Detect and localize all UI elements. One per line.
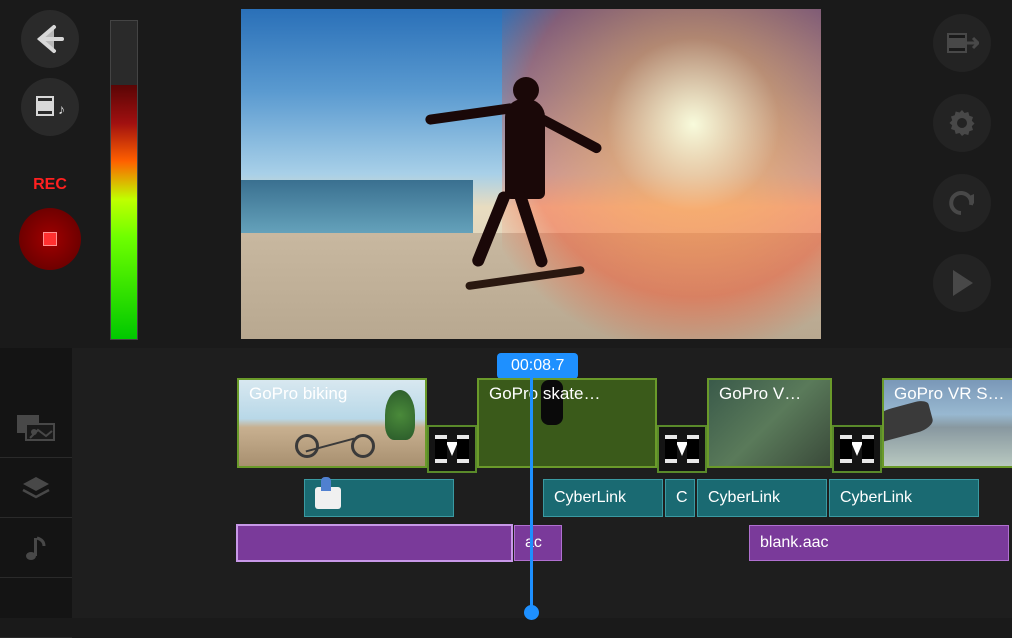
tab-audio[interactable]	[0, 518, 72, 578]
gear-icon	[946, 107, 978, 139]
right-toolbar	[912, 0, 1012, 348]
clip-label: CyberLink	[708, 489, 780, 507]
fx-tab-icon	[16, 414, 56, 442]
playhead[interactable]	[530, 376, 533, 618]
clip-label: blank.aac	[760, 534, 829, 552]
video-clip[interactable]: GoPro V…	[707, 378, 832, 468]
tab-video-fx[interactable]	[0, 398, 72, 458]
layers-tab-icon	[21, 475, 51, 501]
clip-label: GoPro VR Skydiving with	[894, 384, 1006, 404]
audio-track[interactable]: ac blank.aac	[72, 525, 1012, 565]
rec-label: REC	[33, 176, 67, 194]
tab-more[interactable]	[0, 578, 72, 638]
meter-fill	[111, 85, 137, 339]
transition[interactable]	[832, 425, 882, 473]
audio-clip[interactable]	[237, 525, 512, 561]
play-button[interactable]	[933, 254, 991, 312]
record-button[interactable]	[19, 208, 81, 270]
stop-icon	[43, 232, 57, 246]
undo-icon	[947, 189, 977, 217]
audio-clip[interactable]: ac	[514, 525, 562, 561]
clip-label: C	[676, 489, 688, 507]
play-icon	[949, 268, 975, 298]
settings-button[interactable]	[933, 94, 991, 152]
video-preview[interactable]	[241, 9, 821, 339]
media-library-icon: ♪	[34, 92, 66, 122]
clip-label: CyberLink	[840, 489, 912, 507]
video-track[interactable]: GoPro biking GoPro skate… GoPro V…	[72, 378, 1012, 473]
undo-button[interactable]	[933, 174, 991, 232]
svg-text:♪: ♪	[58, 101, 65, 117]
preview-subject	[415, 59, 675, 319]
clip-label: CyberLink	[554, 489, 626, 507]
overlay-clip[interactable]: CyberLink	[697, 479, 827, 517]
transition-icon	[665, 435, 699, 463]
transition-icon	[840, 435, 874, 463]
music-tab-icon	[24, 534, 48, 562]
audio-clip[interactable]: blank.aac	[749, 525, 1009, 561]
timeline[interactable]: 00:08.7 GoPro biking GoPro skate…	[72, 348, 1012, 618]
preview-panel: ♪ REC	[0, 0, 1012, 348]
transition[interactable]	[427, 425, 477, 473]
clip-label: GoPro skate…	[489, 384, 649, 404]
video-clip[interactable]: GoPro biking	[237, 378, 427, 468]
overlay-track[interactable]: CyberLink C CyberLink CyberLink	[72, 479, 1012, 521]
back-arrow-icon	[32, 21, 68, 57]
transition[interactable]	[657, 425, 707, 473]
preview-area	[150, 0, 912, 348]
clip-label: GoPro biking	[249, 384, 419, 404]
overlay-clip[interactable]: C	[665, 479, 695, 517]
transition-icon	[435, 435, 469, 463]
tab-layers[interactable]	[0, 458, 72, 518]
back-button[interactable]	[21, 10, 79, 68]
video-clip[interactable]: GoPro VR Skydiving with	[882, 378, 1012, 468]
overlay-clip[interactable]: CyberLink	[829, 479, 979, 517]
timeline-panel: 00:08.7 GoPro biking GoPro skate…	[0, 348, 1012, 618]
playhead-timecode[interactable]: 00:08.7	[497, 353, 578, 379]
track-tabs	[0, 348, 72, 618]
overlay-clip[interactable]	[304, 479, 454, 517]
clip-label: ac	[525, 534, 542, 552]
thumbs-up-icon	[315, 487, 341, 509]
overlay-clip[interactable]: CyberLink	[543, 479, 663, 517]
export-icon	[945, 29, 979, 57]
clip-label: GoPro V…	[719, 384, 824, 404]
media-library-button[interactable]: ♪	[21, 78, 79, 136]
left-toolbar: ♪ REC	[0, 0, 100, 348]
audio-level-meter	[100, 0, 150, 348]
export-button[interactable]	[933, 14, 991, 72]
video-clip[interactable]: GoPro skate…	[477, 378, 657, 468]
